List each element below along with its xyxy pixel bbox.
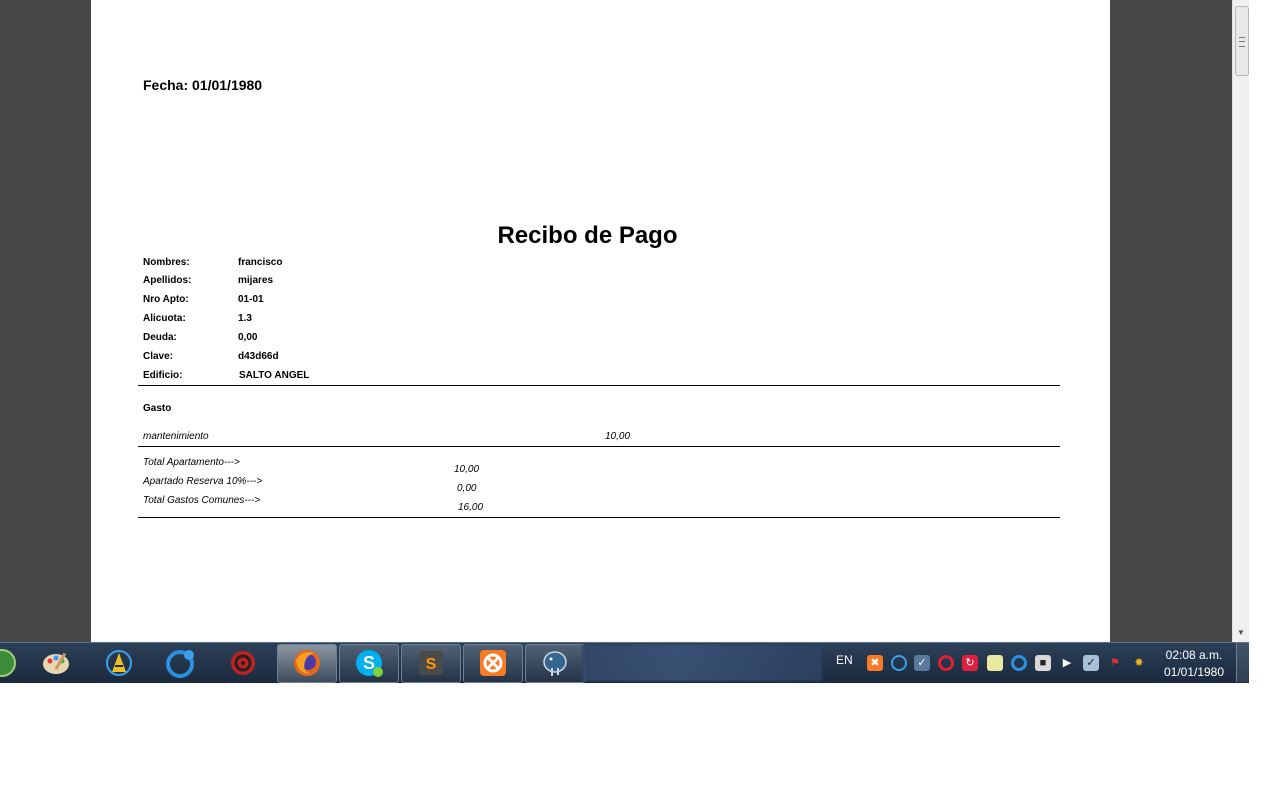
action-center-flag-icon[interactable]: ⚑: [1107, 655, 1123, 671]
gear-app-icon[interactable]: [227, 647, 259, 679]
skype-icon: S: [353, 647, 385, 679]
field-value-alicuota: 1.3: [238, 313, 252, 324]
field-value-nombres: francisco: [238, 257, 283, 268]
app-a-icon[interactable]: [103, 647, 135, 679]
divider: [138, 446, 1060, 447]
field-value-apellidos: mijares: [238, 275, 274, 286]
fecha-label: Fecha: 01/01/1980: [143, 77, 263, 93]
network-tray-icon[interactable]: [891, 655, 907, 671]
language-indicator[interactable]: EN: [836, 653, 853, 667]
taskbar: S S EN ✖ ✓ ↻ ■ ▶ ✓ ⚑ ✸ 02:08 a.m. 01/01/…: [0, 642, 1249, 683]
divider: [138, 385, 1060, 386]
xampp-icon: [477, 647, 509, 679]
ccleaner-tray-icon[interactable]: [1011, 655, 1027, 671]
volume-icon[interactable]: ▶: [1059, 655, 1075, 671]
postgresql-elephant-icon: [539, 647, 571, 679]
xampp-taskbar-button[interactable]: [463, 644, 523, 683]
receipt-title: Recibo de Pago: [497, 222, 678, 249]
pdf-page: Fecha: 01/01/1980 Recibo de Pago Nombres…: [91, 0, 1110, 642]
firefox-taskbar-button[interactable]: [277, 644, 337, 683]
clock-time[interactable]: 02:08 a.m.: [1157, 648, 1231, 662]
clock-date[interactable]: 01/01/1980: [1157, 665, 1231, 679]
postgresql-taskbar-button[interactable]: [525, 644, 585, 683]
total-value-gastos-comunes: 16,00: [458, 502, 484, 513]
svg-text:S: S: [426, 656, 437, 673]
field-value-edificio: SALTO ANGEL: [239, 370, 310, 381]
document-viewer: Fecha: 01/01/1980 Recibo de Pago Nombres…: [0, 0, 1232, 642]
show-desktop-button[interactable]: [1236, 643, 1249, 682]
field-value-deuda: 0,00: [238, 332, 258, 343]
total-value-apartamento: 10,00: [454, 464, 480, 475]
ccleaner-icon[interactable]: [165, 647, 197, 679]
svg-text:S: S: [363, 653, 375, 673]
skype-taskbar-button[interactable]: S: [339, 644, 399, 683]
field-value-clave: d43d66d: [238, 351, 279, 362]
total-label-apartamento: Total Apartamento--->: [143, 457, 240, 468]
red-app-tray-icon[interactable]: ↻: [962, 655, 978, 671]
grip-icon: [1239, 37, 1245, 47]
paint-icon[interactable]: [40, 647, 72, 679]
field-label-nro-apto: Nro Apto:: [143, 294, 189, 305]
field-label-clave: Clave:: [143, 351, 174, 362]
field-label-apellidos: Apellidos:: [143, 275, 192, 286]
gasto-concepto: mantenimiento: [143, 431, 209, 442]
window-margin: [1249, 0, 1280, 642]
firefox-icon: [291, 647, 323, 679]
total-label-gastos-comunes: Total Gastos Comunes--->: [143, 495, 261, 506]
shield-tray-icon[interactable]: ✓: [914, 655, 930, 671]
sublime-text-icon: S: [415, 647, 447, 679]
opera-tray-icon[interactable]: [938, 655, 954, 671]
network-status-icon[interactable]: ✓: [1083, 655, 1099, 671]
xampp-tray-icon[interactable]: ✖: [867, 655, 883, 671]
blurred-taskbar-area: [582, 645, 822, 681]
total-label-reserva: Apartado Reserva 10%--->: [143, 476, 263, 487]
notes-tray-icon[interactable]: [987, 655, 1003, 671]
field-value-nro-apto: 01-01: [238, 294, 264, 305]
vertical-scrollbar[interactable]: ▼: [1232, 0, 1250, 642]
sublime-taskbar-button[interactable]: S: [401, 644, 461, 683]
sparkle-tray-icon[interactable]: ✸: [1131, 655, 1147, 671]
total-value-reserva: 0,00: [457, 483, 477, 494]
field-label-edificio: Edificio:: [143, 370, 183, 381]
start-orb-icon[interactable]: [0, 647, 18, 679]
field-label-deuda: Deuda:: [143, 332, 177, 343]
field-label-nombres: Nombres:: [143, 257, 190, 268]
clipboard-tray-icon[interactable]: ■: [1035, 655, 1051, 671]
field-label-alicuota: Alicuota:: [143, 313, 186, 324]
gasto-header: Gasto: [143, 403, 172, 414]
scrollbar-thumb[interactable]: [1235, 6, 1249, 76]
divider: [138, 517, 1060, 518]
scroll-down-arrow-icon[interactable]: ▼: [1237, 628, 1245, 637]
gasto-monto: 10,00: [605, 431, 631, 442]
